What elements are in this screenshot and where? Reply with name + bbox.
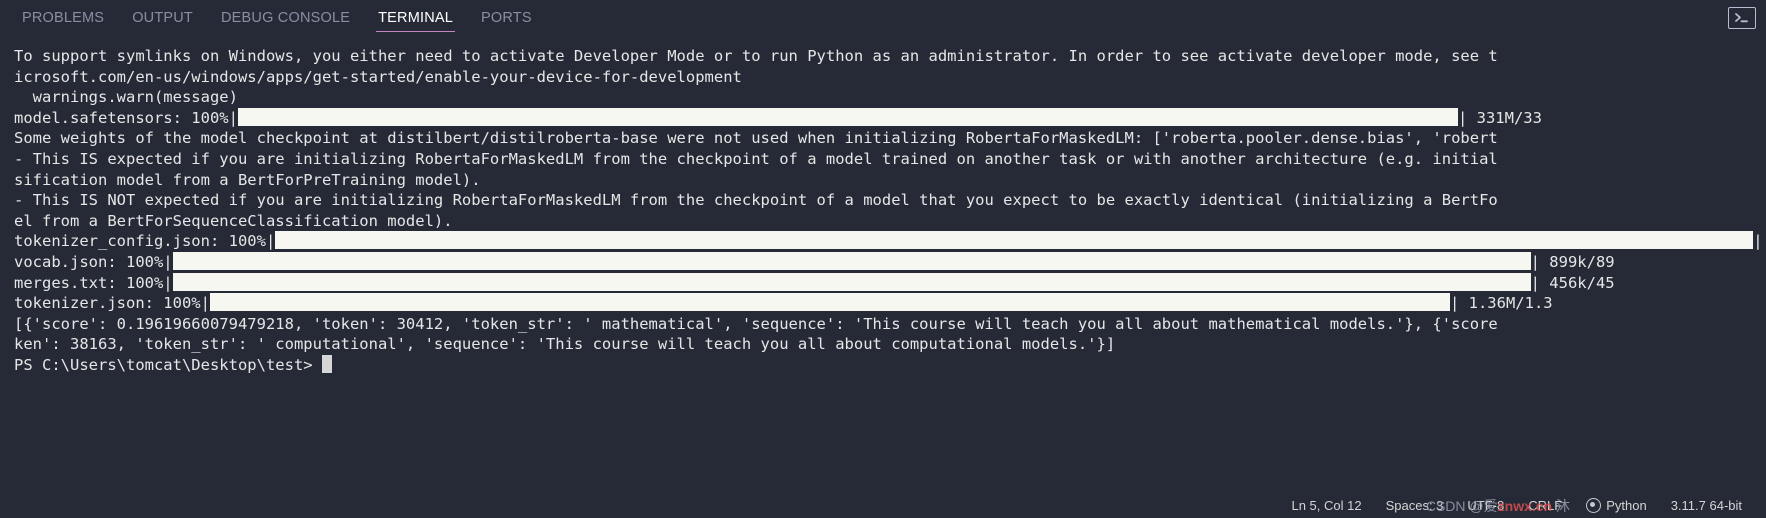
tab-ports[interactable]: PORTS <box>467 0 546 36</box>
terminal-icon[interactable] <box>1728 7 1756 29</box>
progress-bar <box>172 272 1531 291</box>
terminal-text: el from a BertForSequenceClassification … <box>14 211 453 230</box>
shell-prompt: PS C:\Users\tomcat\Desktop\test> <box>14 355 322 374</box>
terminal-text: - This IS NOT expected if you are initia… <box>14 191 1498 210</box>
terminal-line: warnings.warn(message) <box>14 87 1766 108</box>
terminal-line: [{'score': 0.19619660079479218, 'token':… <box>14 314 1766 335</box>
status-language-mode-label: Python <box>1606 497 1647 513</box>
progress-bar <box>209 293 1450 312</box>
terminal-output[interactable]: To support symlinks on Windows, you eith… <box>0 36 1766 492</box>
terminal-text: sification model from a BertForPreTraini… <box>14 170 481 189</box>
progress-bar <box>237 107 1458 126</box>
terminal-cursor <box>321 354 332 373</box>
status-line-ending-label: CRLF <box>1528 497 1563 513</box>
status-python-interpreter[interactable]: 3.11.7 64-bit <box>1659 498 1754 513</box>
terminal-text: [{'score': 0.19619660079479218, 'token':… <box>14 314 1498 333</box>
terminal-text: ken': 38163, 'token_str': ' computationa… <box>14 335 1116 354</box>
progress-label: tokenizer.json: 100%| <box>14 294 210 313</box>
progress-suffix: | 899k/89 <box>1530 252 1615 271</box>
terminal-text: warnings.warn(message) <box>14 88 238 107</box>
tab-debug-console[interactable]: DEBUG CONSOLE <box>207 0 364 36</box>
progress-suffix: | 456k/45 <box>1530 273 1615 292</box>
terminal-line: merges.txt: 100%| | 456k/45 <box>14 272 1766 294</box>
terminal-line: - This IS NOT expected if you are initia… <box>14 190 1766 211</box>
terminal-text: icrosoft.com/en-us/windows/apps/get-star… <box>14 67 742 86</box>
tabbar-actions <box>1728 0 1766 36</box>
status-encoding[interactable]: UTF-8 <box>1455 498 1516 513</box>
progress-suffix: | 1.36M/1.3 <box>1449 294 1553 313</box>
terminal-line: - This IS expected if you are initializi… <box>14 149 1766 170</box>
progress-label: vocab.json: 100%| <box>14 252 173 271</box>
status-indentation[interactable]: Spaces: 3 <box>1374 498 1456 513</box>
terminal-line: To support symlinks on Windows, you eith… <box>14 46 1766 67</box>
tab-output[interactable]: OUTPUT <box>118 0 207 36</box>
tab-problems[interactable]: PROBLEMS <box>8 0 118 36</box>
tab-ports-label: PORTS <box>481 10 532 26</box>
terminal-line: PS C:\Users\tomcat\Desktop\test> <box>14 354 1766 376</box>
terminal-line: tokenizer_config.json: 100%| | <box>14 231 1766 252</box>
status-indentation-label: Spaces: 3 <box>1385 497 1444 513</box>
python-icon <box>1586 497 1602 513</box>
status-cursor-position-label: Ln 5, Col 12 <box>1291 497 1362 513</box>
panel-tabbar: PROBLEMS OUTPUT DEBUG CONSOLE TERMINAL P… <box>0 0 1766 36</box>
status-encoding-label: UTF-8 <box>1467 497 1505 513</box>
terminal-line: model.safetensors: 100%| | 331M/33 <box>14 107 1766 129</box>
terminal-line: sification model from a BertForPreTraini… <box>14 170 1766 191</box>
terminal-line: ken': 38163, 'token_str': ' computationa… <box>14 334 1766 355</box>
progress-label: model.safetensors: 100%| <box>14 108 238 127</box>
tab-problems-label: PROBLEMS <box>22 10 105 26</box>
terminal-text: - This IS expected if you are initializi… <box>14 149 1498 168</box>
tab-debug-console-label: DEBUG CONSOLE <box>221 10 351 26</box>
status-cursor-position[interactable]: Ln 5, Col 12 <box>1279 498 1373 513</box>
progress-suffix: | 331M/33 <box>1457 108 1542 127</box>
progress-suffix: | <box>1753 232 1763 251</box>
tab-output-label: OUTPUT <box>132 10 193 26</box>
terminal-text: Some weights of the model checkpoint at … <box>14 129 1498 148</box>
status-language-mode[interactable]: Python <box>1574 497 1658 513</box>
terminal-line: Some weights of the model checkpoint at … <box>14 128 1766 149</box>
terminal-line: tokenizer.json: 100%| | 1.36M/1.3 <box>14 293 1766 314</box>
tab-terminal-label: TERMINAL <box>378 10 454 26</box>
status-line-ending[interactable]: CRLF <box>1516 498 1574 513</box>
progress-bar <box>275 231 1754 250</box>
tab-terminal[interactable]: TERMINAL <box>364 0 467 36</box>
terminal-panel: PROBLEMS OUTPUT DEBUG CONSOLE TERMINAL P… <box>0 0 1766 518</box>
progress-label: merges.txt: 100%| <box>14 273 173 292</box>
progress-bar <box>172 251 1531 270</box>
terminal-line: icrosoft.com/en-us/windows/apps/get-star… <box>14 67 1766 88</box>
progress-label: tokenizer_config.json: 100%| <box>14 232 276 251</box>
terminal-line: el from a BertForSequenceClassification … <box>14 211 1766 232</box>
status-bar: Ln 5, Col 12 Spaces: 3 UTF-8 CRLF Python… <box>0 492 1766 518</box>
terminal-line: vocab.json: 100%| | 899k/89 <box>14 251 1766 273</box>
terminal-text: To support symlinks on Windows, you eith… <box>14 47 1498 65</box>
status-python-interpreter-label: 3.11.7 64-bit <box>1670 497 1742 513</box>
